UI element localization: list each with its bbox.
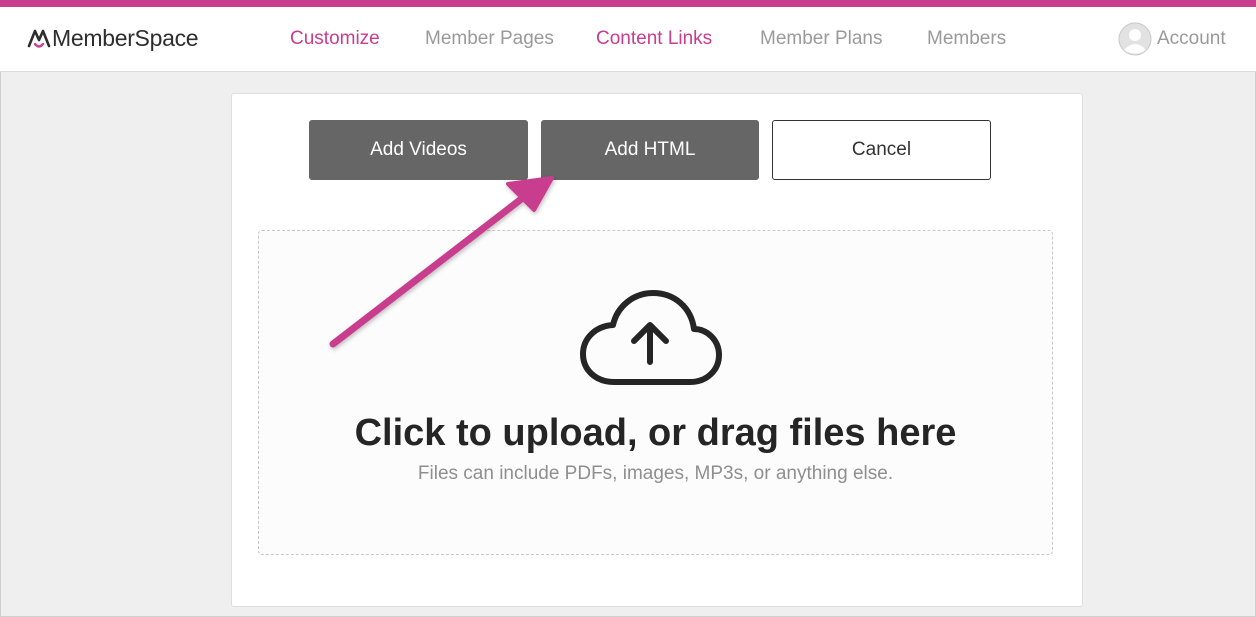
- upload-title: Click to upload, or drag files here: [354, 412, 957, 454]
- logo-m-icon: [27, 29, 51, 48]
- memberspace-logo[interactable]: MemberSpace: [27, 23, 199, 53]
- file-dropzone[interactable]: [258, 230, 1053, 555]
- nav-member-pages[interactable]: Member Pages: [425, 7, 554, 71]
- avatar-icon: [1118, 22, 1152, 56]
- add-html-button[interactable]: Add HTML: [541, 120, 759, 180]
- cancel-button[interactable]: Cancel: [772, 120, 991, 180]
- nav-customize[interactable]: Customize: [290, 7, 380, 71]
- logo-text: MemberSpace: [52, 25, 199, 51]
- top-accent-bar: [0, 0, 1256, 7]
- account-menu[interactable]: Account: [1118, 22, 1226, 56]
- nav-members[interactable]: Members: [927, 7, 1006, 71]
- upload-subtitle: Files can include PDFs, images, MP3s, or…: [417, 463, 894, 484]
- account-label: Account: [1157, 28, 1226, 49]
- add-videos-button[interactable]: Add Videos: [309, 120, 528, 180]
- nav-member-plans[interactable]: Member Plans: [760, 7, 883, 71]
- cloud-upload-icon: [580, 290, 722, 385]
- top-navigation-bar: MemberSpace Customize Member Pages Conte…: [0, 7, 1256, 72]
- nav-content-links[interactable]: Content Links: [596, 7, 712, 71]
